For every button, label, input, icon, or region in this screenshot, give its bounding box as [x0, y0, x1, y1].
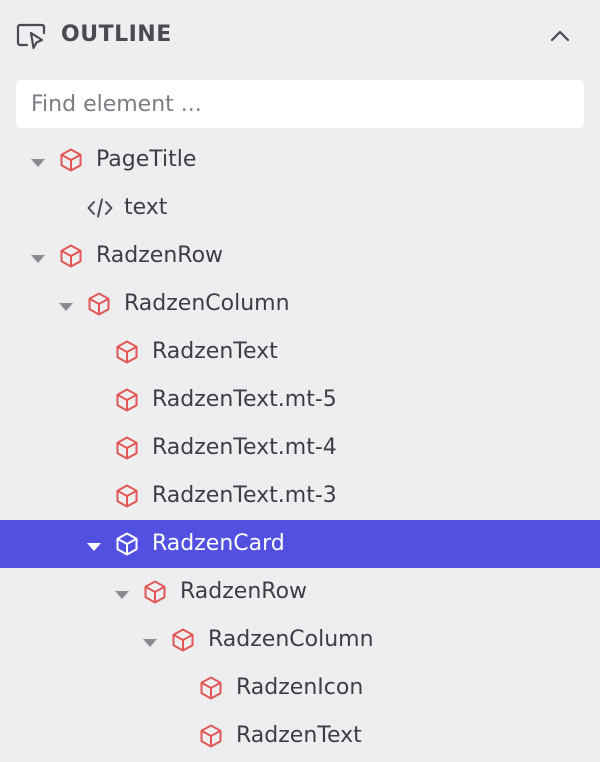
tree-row-label: RadzenCard [152, 531, 285, 556]
cube-icon [198, 723, 224, 749]
tree-row-label: RadzenRow [180, 579, 308, 604]
caret-down-icon[interactable] [30, 154, 46, 167]
outline-pointer-icon [16, 23, 48, 51]
cube-icon [142, 579, 168, 605]
cube-icon [198, 675, 224, 701]
cube-icon [114, 339, 140, 365]
tree-row[interactable]: RadzenRow [0, 232, 600, 280]
outline-tree: PageTitle text RadzenRow RadzenColumn Radzen… [0, 136, 600, 760]
tree-row[interactable]: PageTitle [0, 136, 600, 184]
outline-header: OUTLINE [0, 0, 600, 72]
tree-row[interactable]: RadzenText [0, 712, 600, 760]
tree-row-label: RadzenIcon [236, 675, 364, 700]
tree-row-label: RadzenRow [96, 243, 224, 268]
tree-row-label: RadzenText [236, 723, 362, 748]
cube-icon [114, 531, 140, 557]
tree-row-label: PageTitle [96, 147, 197, 172]
tree-row[interactable]: RadzenText.mt-3 [0, 472, 600, 520]
outline-panel: OUTLINE PageTitle text RadzenRow RadzenColu… [0, 0, 600, 762]
tree-row[interactable]: RadzenText.mt-4 [0, 424, 600, 472]
tree-row-label: RadzenText.mt-5 [152, 387, 337, 412]
tree-row-label: RadzenColumn [124, 291, 290, 316]
caret-down-icon[interactable] [30, 250, 46, 263]
tree-row-label: text [124, 195, 168, 220]
tree-row[interactable]: RadzenColumn [0, 616, 600, 664]
caret-down-icon[interactable] [86, 538, 102, 551]
cube-icon [114, 387, 140, 413]
tree-row[interactable]: RadzenRow [0, 568, 600, 616]
cube-icon [86, 291, 112, 317]
tree-row-label: RadzenText.mt-3 [152, 483, 337, 508]
tree-row-label: RadzenText [152, 339, 278, 364]
caret-down-icon[interactable] [142, 634, 158, 647]
tree-row[interactable]: RadzenCard [0, 520, 600, 568]
chevron-up-icon[interactable] [546, 24, 574, 48]
tree-row[interactable]: RadzenColumn [0, 280, 600, 328]
cube-icon [58, 243, 84, 269]
panel-title: OUTLINE [61, 22, 172, 47]
find-element-input[interactable] [16, 80, 584, 128]
cube-icon [58, 147, 84, 173]
caret-down-icon[interactable] [58, 298, 74, 311]
code-icon [86, 195, 113, 221]
cube-icon [170, 627, 196, 653]
tree-row[interactable]: RadzenIcon [0, 664, 600, 712]
caret-down-icon[interactable] [114, 586, 130, 599]
tree-row[interactable]: RadzenText [0, 328, 600, 376]
cube-icon [114, 435, 140, 461]
tree-row-label: RadzenText.mt-4 [152, 435, 337, 460]
tree-row[interactable]: RadzenText.mt-5 [0, 376, 600, 424]
tree-row[interactable]: text [0, 184, 600, 232]
cube-icon [114, 483, 140, 509]
tree-row-label: RadzenColumn [208, 627, 374, 652]
